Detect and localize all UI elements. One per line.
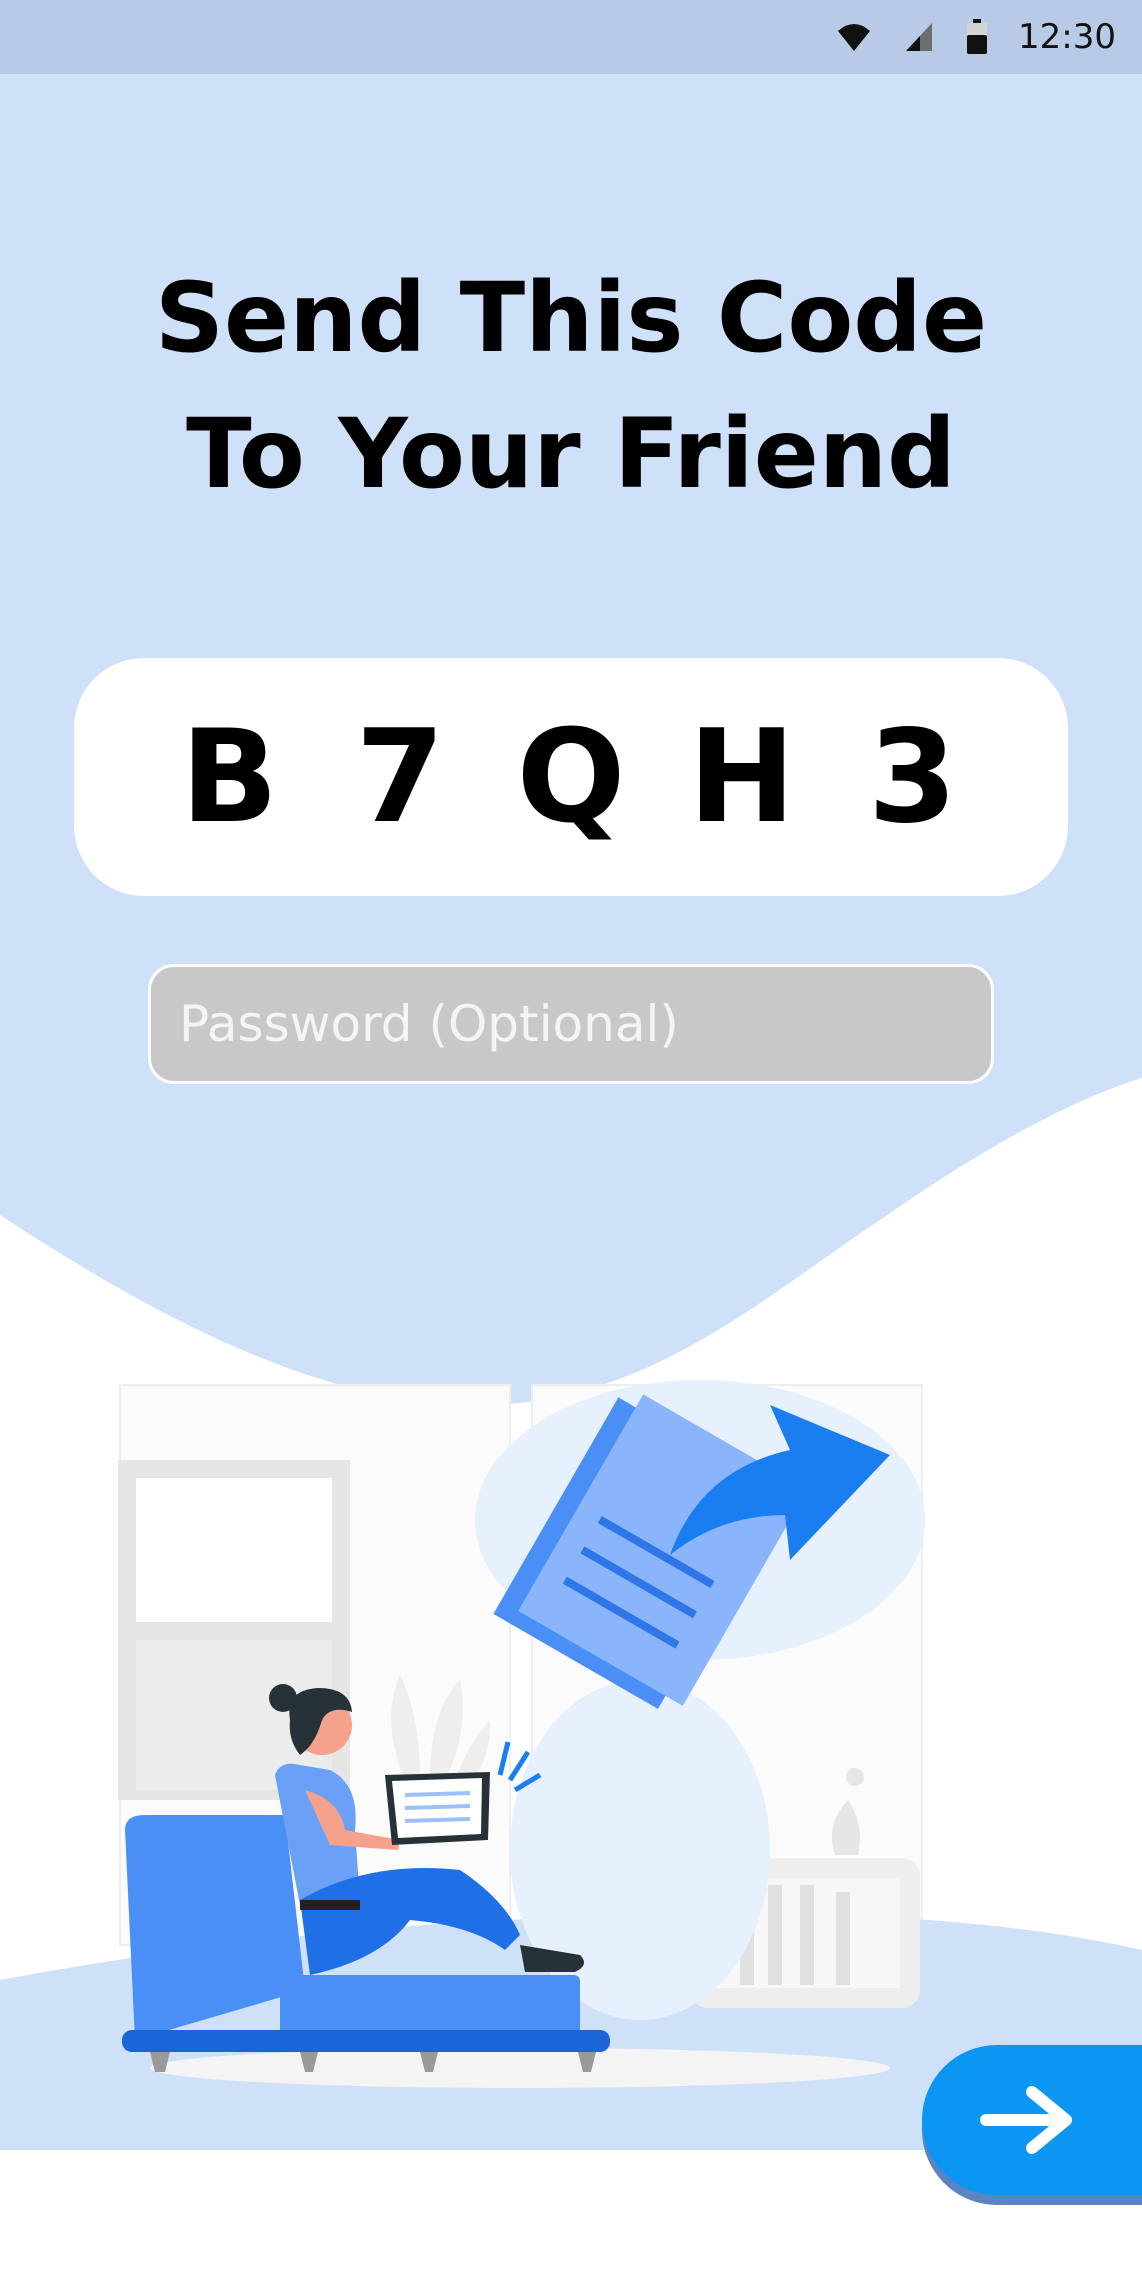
page-title-line-1: Send This Code: [154, 262, 988, 374]
battery-icon: [967, 19, 988, 54]
page-title-line-2: To Your Friend: [186, 398, 956, 510]
code-char-3: Q: [516, 702, 626, 852]
next-button[interactable]: [922, 2045, 1142, 2195]
status-bar: 12:30: [0, 0, 1142, 74]
wifi-icon: [838, 24, 871, 51]
status-time: 12:30: [1018, 17, 1116, 57]
code-char-5: 3: [868, 702, 958, 852]
file-sharing-illustration: [0, 1380, 1142, 2150]
code-char-2: 7: [355, 702, 445, 852]
code-char-4: H: [688, 702, 796, 852]
code-char-1: B: [180, 702, 279, 852]
cellular-signal-icon: [906, 23, 933, 51]
arrow-right-icon: [980, 2086, 1072, 2154]
share-code-card: B 7 Q H 3: [74, 658, 1068, 896]
password-input[interactable]: [148, 964, 994, 1084]
page-title: Send This Code To Your Friend: [0, 250, 1142, 522]
